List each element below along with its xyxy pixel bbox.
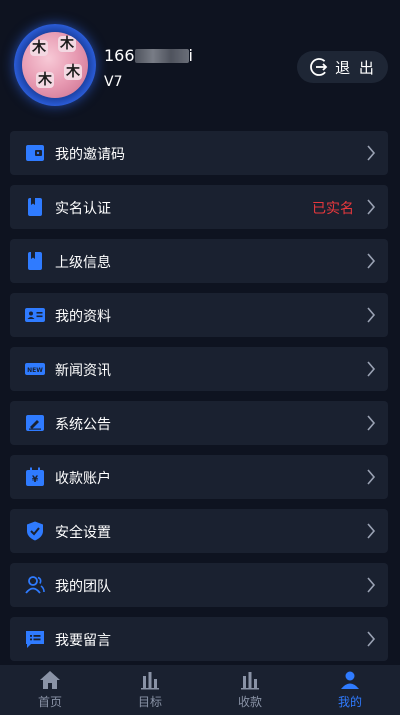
menu-item-superior-info[interactable]: 上级信息	[10, 239, 388, 283]
chevron-right-icon	[367, 307, 376, 323]
tab-label: 首页	[37, 695, 62, 709]
bar-chart-icon	[141, 672, 159, 690]
user-level: V7	[104, 74, 123, 90]
menu-item-team[interactable]: 我的团队	[10, 563, 388, 607]
avatar-image: 木 木 木 木	[22, 32, 88, 98]
shield-icon	[24, 520, 46, 542]
menu-item-label: 我的资料	[55, 309, 111, 325]
bookmark-icon	[24, 250, 46, 272]
bookmark-icon	[24, 196, 46, 218]
avatar[interactable]: 木 木 木 木	[14, 24, 96, 106]
menu-item-label: 收款账户	[55, 471, 111, 487]
menu-item-leave-message[interactable]: 我要留言	[10, 617, 388, 661]
svg-text:NEW: NEW	[27, 367, 43, 374]
phone-suffix: i	[188, 46, 193, 65]
tab-label: 我的	[337, 695, 362, 709]
bottom-tab-bar: 首页 目标 收款 我的	[0, 665, 400, 715]
chevron-right-icon	[367, 361, 376, 377]
menu-item-security[interactable]: 安全设置	[10, 509, 388, 553]
profile-header: 木 木 木 木 166 i V7 退 出	[0, 0, 400, 120]
chevron-right-icon	[367, 577, 376, 593]
menu-item-label: 我的邀请码	[55, 147, 125, 163]
menu-item-label: 上级信息	[55, 255, 111, 271]
chevron-right-icon	[367, 631, 376, 647]
menu-item-label: 实名认证	[55, 201, 111, 217]
menu-item-news[interactable]: NEW 新闻资讯	[10, 347, 388, 391]
bar-chart-icon	[241, 672, 259, 690]
tab-label: 目标	[137, 695, 162, 709]
phone-mask	[134, 49, 189, 63]
team-icon	[24, 574, 46, 596]
menu-item-label: 系统公告	[55, 417, 111, 433]
menu-item-my-profile[interactable]: 我的资料	[10, 293, 388, 337]
chevron-right-icon	[367, 145, 376, 161]
menu-item-label: 安全设置	[55, 525, 111, 541]
user-icon	[341, 671, 359, 689]
phone-prefix: 166	[104, 46, 135, 65]
menu-item-label: 我的团队	[55, 579, 111, 595]
news-icon: NEW	[24, 358, 46, 380]
edit-board-icon	[24, 412, 46, 434]
user-phone: 166 i	[104, 46, 193, 65]
logout-icon	[310, 58, 329, 76]
tab-label: 收款	[237, 695, 262, 709]
verified-status: 已实名	[312, 201, 354, 217]
menu-item-label: 新闻资讯	[55, 363, 111, 379]
chevron-right-icon	[367, 523, 376, 539]
chevron-right-icon	[367, 253, 376, 269]
message-icon	[24, 628, 46, 650]
id-card-icon	[24, 304, 46, 326]
tab-home[interactable]: 首页	[0, 665, 100, 715]
tab-target[interactable]: 目标	[100, 665, 200, 715]
svg-text:¥: ¥	[32, 475, 39, 485]
menu-item-real-name[interactable]: 实名认证 已实名	[10, 185, 388, 229]
home-icon	[40, 671, 60, 689]
chevron-right-icon	[367, 199, 376, 215]
menu-item-announcement[interactable]: 系统公告	[10, 401, 388, 445]
tab-mine[interactable]: 我的	[300, 665, 400, 715]
logout-button[interactable]: 退 出	[297, 51, 388, 83]
menu-item-payment-account[interactable]: ¥ 收款账户	[10, 455, 388, 499]
logout-label: 退 出	[335, 58, 376, 77]
chevron-right-icon	[367, 469, 376, 485]
chevron-right-icon	[367, 415, 376, 431]
menu-list: 我的邀请码 实名认证 已实名 上级信息 我的资料 NEW 新闻资讯 系统公告 ¥…	[10, 131, 388, 671]
wallet-icon	[24, 142, 46, 164]
menu-item-label: 我要留言	[55, 633, 111, 649]
yuan-calendar-icon: ¥	[24, 466, 46, 488]
tab-collection[interactable]: 收款	[200, 665, 300, 715]
menu-item-invite-code[interactable]: 我的邀请码	[10, 131, 388, 175]
